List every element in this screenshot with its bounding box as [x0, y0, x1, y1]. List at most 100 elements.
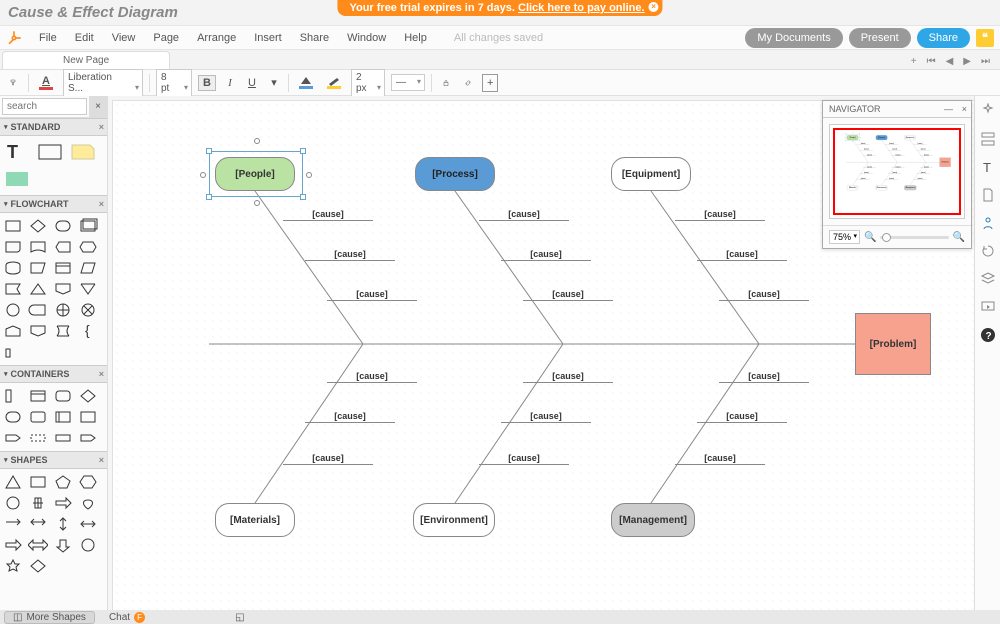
cause-label[interactable]: [cause] — [327, 289, 417, 301]
basic-shape[interactable] — [52, 494, 74, 512]
basic-shape[interactable] — [2, 473, 24, 491]
text-color-icon[interactable]: A — [35, 73, 57, 92]
cause-label[interactable]: [cause] — [917, 148, 930, 150]
italic-button[interactable]: I — [222, 75, 238, 91]
presentation-icon[interactable] — [979, 298, 997, 316]
flowchart-shape[interactable] — [2, 238, 24, 256]
cause-label[interactable]: [cause] — [913, 143, 926, 145]
search-clear-icon[interactable]: × — [89, 96, 107, 117]
container-shape[interactable] — [77, 387, 99, 405]
basic-shape[interactable] — [77, 515, 99, 533]
app-logo-icon[interactable] — [4, 28, 24, 48]
shape-rect[interactable] — [35, 140, 65, 164]
flowchart-shape[interactable] — [77, 301, 99, 319]
zoom-out-icon[interactable]: 🔍 — [864, 232, 876, 243]
cause-label[interactable]: [cause] — [891, 154, 904, 156]
shape-block[interactable] — [2, 167, 32, 191]
flowchart-shape[interactable] — [77, 259, 99, 277]
cause-label[interactable]: [cause] — [920, 154, 933, 156]
cause-label[interactable]: [cause] — [917, 172, 930, 174]
flowchart-shape[interactable] — [27, 280, 49, 298]
cause-label[interactable]: [cause] — [860, 148, 873, 150]
category-materials[interactable]: [Materials] — [215, 503, 295, 537]
basic-shape[interactable] — [77, 494, 99, 512]
problem-box[interactable]: [Problem] — [855, 313, 931, 375]
cause-label[interactable]: [cause] — [857, 143, 870, 145]
container-shape[interactable] — [27, 429, 49, 447]
flowchart-shape[interactable] — [27, 322, 49, 340]
basic-shape[interactable] — [2, 536, 24, 554]
ruler-icon[interactable] — [979, 130, 997, 148]
category-people[interactable]: [People] — [847, 135, 859, 140]
category-process[interactable]: [Process] — [415, 157, 495, 191]
menu-file[interactable]: File — [32, 29, 64, 47]
more-shapes-button[interactable]: ◫ More Shapes — [4, 611, 95, 624]
document-title[interactable]: Cause & Effect Diagram — [8, 4, 178, 21]
navigator-panel[interactable]: NAVIGATOR — × [People] [Process] [Equipm… — [822, 100, 972, 249]
close-icon[interactable]: × — [99, 369, 104, 379]
flowchart-shape[interactable] — [2, 259, 24, 277]
flowchart-shape[interactable] — [52, 238, 74, 256]
history-icon[interactable] — [979, 242, 997, 260]
expand-icon[interactable]: + — [482, 74, 498, 92]
flowchart-shape[interactable] — [2, 322, 24, 340]
close-icon[interactable]: × — [99, 122, 104, 132]
cause-label[interactable]: [cause] — [283, 453, 373, 465]
fill-color-icon[interactable] — [295, 74, 317, 91]
menu-edit[interactable]: Edit — [68, 29, 101, 47]
close-icon[interactable]: × — [99, 199, 104, 209]
text-tool-icon[interactable]: T — [979, 158, 997, 176]
menu-page[interactable]: Page — [146, 29, 186, 47]
container-shape[interactable] — [2, 408, 24, 426]
cause-label[interactable]: [cause] — [523, 289, 613, 301]
flowchart-shape[interactable] — [2, 343, 24, 361]
basic-shape[interactable] — [27, 557, 49, 575]
lock-icon[interactable] — [438, 77, 454, 89]
font-size-select[interactable]: 8 pt — [156, 69, 192, 97]
flowchart-shape[interactable] — [52, 217, 74, 235]
cause-label[interactable]: [cause] — [888, 172, 901, 174]
menu-share[interactable]: Share — [293, 29, 336, 47]
flowchart-shape[interactable] — [2, 280, 24, 298]
cause-label[interactable]: [cause] — [523, 371, 613, 383]
minimize-icon[interactable]: — — [944, 104, 953, 114]
basic-shape[interactable] — [52, 515, 74, 533]
category-people[interactable]: [People] — [215, 157, 295, 191]
page-tab[interactable]: New Page — [2, 51, 170, 69]
menu-arrange[interactable]: Arrange — [190, 29, 243, 47]
shape-text[interactable]: T — [2, 140, 32, 164]
mydocuments-button[interactable]: My Documents — [745, 28, 842, 48]
container-shape[interactable] — [77, 408, 99, 426]
page-icon[interactable] — [979, 186, 997, 204]
cause-label[interactable]: [cause] — [888, 148, 901, 150]
trial-close-icon[interactable]: × — [649, 2, 659, 12]
category-environment[interactable]: [Environment] — [413, 503, 495, 537]
tips-icon[interactable]: ❝ — [976, 29, 994, 47]
zoom-slider[interactable] — [880, 236, 948, 239]
cause-label[interactable]: [cause] — [675, 209, 765, 221]
category-process[interactable]: [Process] — [876, 135, 888, 140]
first-page-icon[interactable]: ⏮ — [925, 56, 938, 67]
restore-icon[interactable]: ◱ — [235, 612, 244, 623]
prev-page-icon[interactable]: ◀ — [944, 56, 956, 67]
layers-icon[interactable] — [979, 270, 997, 288]
basic-shape[interactable] — [27, 536, 49, 554]
container-shape[interactable] — [27, 408, 49, 426]
category-environment[interactable]: [Environment] — [876, 185, 888, 190]
cause-label[interactable]: [cause] — [501, 249, 591, 261]
category-shapes[interactable]: SHAPES× — [0, 451, 107, 469]
cause-label[interactable]: [cause] — [885, 143, 898, 145]
category-containers[interactable]: CONTAINERS× — [0, 365, 107, 383]
cause-label[interactable]: [cause] — [479, 209, 569, 221]
shape-search-input[interactable] — [2, 98, 87, 115]
container-shape[interactable] — [2, 429, 24, 447]
flowchart-shape[interactable] — [27, 301, 49, 319]
flowchart-shape[interactable] — [2, 301, 24, 319]
bold-button[interactable]: B — [198, 75, 216, 91]
basic-shape[interactable] — [2, 557, 24, 575]
next-page-icon[interactable]: ▶ — [961, 56, 973, 67]
basic-shape[interactable] — [52, 536, 74, 554]
menu-window[interactable]: Window — [340, 29, 393, 47]
cause-label[interactable]: [cause] — [863, 154, 876, 156]
flowchart-shape[interactable] — [77, 217, 99, 235]
